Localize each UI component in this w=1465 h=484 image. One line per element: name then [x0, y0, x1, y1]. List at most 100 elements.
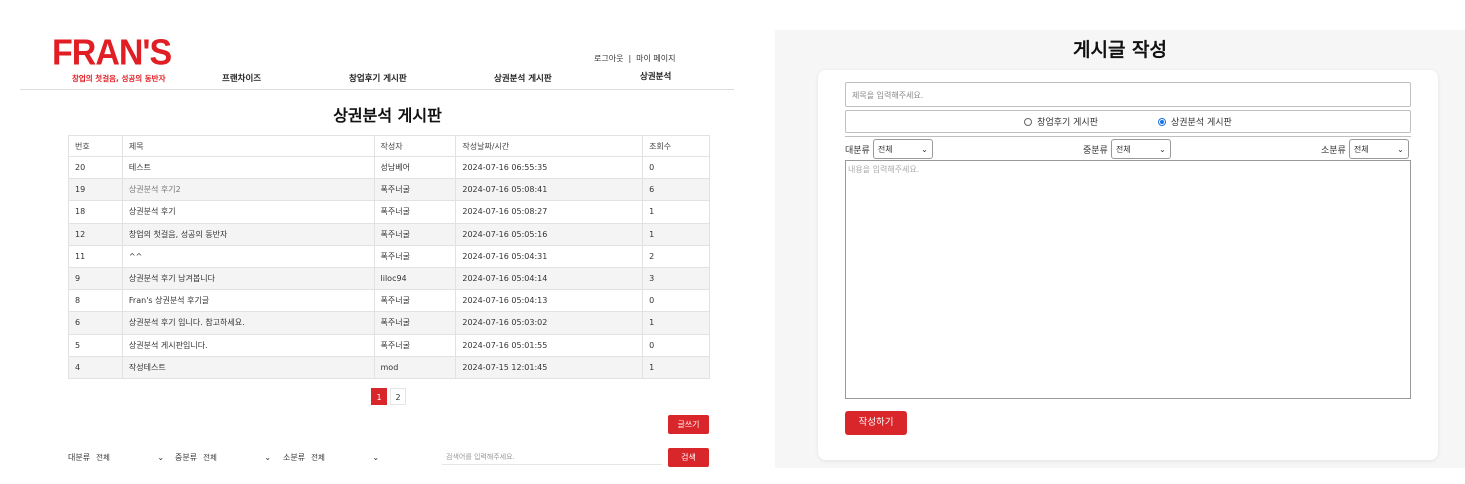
chevron-down-icon: ⌄	[157, 453, 165, 462]
cell-number: 6	[68, 311, 123, 335]
filter-middle: 중분류 전체 ⌄	[175, 452, 271, 463]
radio-area-analysis-label: 상권분석 게시판	[1171, 118, 1232, 128]
cell-title[interactable]: 상권분석 게시판입니다.	[121, 333, 375, 357]
table-row[interactable]: 12 창업의 첫걸음, 성공의 동반자 폭주너굴 2024-07-16 05:05:1…	[68, 222, 710, 246]
nav-startup-review-board[interactable]: 창업후기 게시판	[349, 72, 407, 84]
cell-title[interactable]: 창업의 첫걸음, 성공의 동반자	[121, 222, 375, 246]
category-minor-label: 소분류	[1321, 145, 1346, 156]
radio-area-analysis[interactable]: 상권분석 게시판	[1158, 115, 1232, 128]
table-row[interactable]: 9 상권분석 후기 남겨봅니다 liloc94 2024-07-16 05:04:14…	[68, 266, 710, 291]
col-header-views: 조회수	[642, 135, 710, 157]
page-2-button[interactable]: 2	[390, 388, 406, 405]
cell-date: 2024-07-16 06:55:35	[455, 155, 644, 180]
category-row: 대분류 전체 ⌄ 중분류 전체 ⌄ 소분류 전체 ⌄	[845, 136, 1411, 159]
cell-date: 2024-07-16 05:04:31	[455, 244, 644, 268]
filter-minor: 소분류 전체 ⌄	[283, 452, 379, 463]
cell-author: 폭주너굴	[373, 222, 457, 246]
write-form-card: 제목을 입력해주세요. 창업후기 게시판 상권분석 게시판 대분류 전체 ⌄ 중…	[818, 70, 1438, 460]
pagination: 1 2	[371, 388, 406, 405]
table-row[interactable]: 20 테스트 성남베어 2024-07-16 06:55:35 0	[68, 155, 710, 180]
radio-startup-review[interactable]: 창업후기 게시판	[1024, 115, 1098, 128]
logo-slogan: 창업의 첫걸음, 성공의 동반자	[72, 74, 166, 83]
cell-views: 1	[642, 222, 710, 246]
cell-number: 8	[68, 289, 123, 313]
filter-middle-value: 전체	[203, 453, 217, 462]
table-row[interactable]: 4 작성테스트 mod 2024-07-15 12:01:45 1	[68, 355, 710, 379]
table-row[interactable]: 19 상권분석 후기2 폭주너굴 2024-07-16 05:08:41 6	[68, 178, 710, 202]
board-list-page: FRAN'S 창업의 첫걸음, 성공의 동반자 로그아웃 | 마이 페이지 프랜차이…	[0, 0, 775, 484]
category-middle-label: 중분류	[1083, 145, 1108, 156]
cell-date: 2024-07-16 05:04:13	[455, 289, 644, 313]
write-button[interactable]: 글쓰기	[668, 415, 709, 434]
cell-author: 폭주너굴	[373, 333, 457, 357]
filter-minor-label: 소분류	[283, 453, 306, 462]
cell-views: 1	[642, 355, 710, 379]
frans-logo[interactable]: FRAN'S 창업의 첫걸음, 성공의 동반자	[52, 35, 172, 84]
filter-major-label: 대분류	[68, 453, 91, 462]
mypage-link[interactable]: 마이 페이지	[636, 54, 675, 63]
col-header-author: 작성자	[373, 135, 457, 157]
table-row[interactable]: 6 상권분석 후기 입니다. 참고하세요. 폭주너굴 2024-07-16 05:03…	[68, 311, 710, 335]
cell-title[interactable]: 상권분석 후기	[121, 200, 375, 224]
cell-views: 0	[642, 155, 710, 180]
nav-area-analysis[interactable]: 상권분석	[640, 70, 671, 82]
write-post-page: 게시글 작성 제목을 입력해주세요. 창업후기 게시판 상권분석 게시판 대분류…	[775, 30, 1465, 468]
cell-title[interactable]: 테스트	[121, 155, 375, 180]
nav-area-analysis-board[interactable]: 상권분석 게시판	[494, 72, 552, 84]
category-middle-select[interactable]: 전체 ⌄	[1110, 139, 1171, 159]
cell-title[interactable]: 상권분석 후기 입니다. 참고하세요.	[121, 311, 375, 335]
logout-link[interactable]: 로그아웃	[594, 54, 623, 63]
col-header-date: 작성날짜/시간	[455, 135, 644, 157]
cell-author: 성남베어	[373, 155, 457, 180]
table-row[interactable]: 5 상권분석 게시판입니다. 폭주너굴 2024-07-16 05:01:55 0	[68, 333, 710, 357]
board-table: 번호 제목 작성자 작성날짜/시간 조회수 20 테스트 성남베어 2024-07-1…	[68, 135, 710, 379]
filter-middle-select[interactable]: 전체 ⌄	[203, 452, 271, 463]
filter-major-select[interactable]: 전체 ⌄	[96, 452, 164, 463]
table-row[interactable]: 11 ^^ 폭주너굴 2024-07-16 05:04:31 2	[68, 244, 710, 268]
chevron-down-icon: ⌄	[264, 453, 272, 462]
cell-number: 19	[68, 178, 123, 202]
category-major-select[interactable]: 전체 ⌄	[872, 139, 933, 159]
search-button[interactable]: 검색	[668, 448, 709, 467]
cell-date: 2024-07-15 12:01:45	[455, 355, 644, 379]
cell-date: 2024-07-16 05:05:16	[455, 222, 644, 246]
filter-minor-value: 전체	[311, 453, 325, 462]
cell-author: mod	[373, 355, 457, 379]
cell-title[interactable]: Fran's 상권분석 후기글	[121, 289, 375, 313]
cell-views: 1	[642, 311, 710, 335]
nav-divider	[20, 89, 734, 90]
filter-minor-select[interactable]: 전체 ⌄	[311, 452, 379, 463]
link-separator: |	[628, 54, 632, 63]
submit-post-button[interactable]: 작성하기	[845, 411, 907, 435]
category-minor-select[interactable]: 전체 ⌄	[1348, 139, 1409, 159]
cell-title[interactable]: ^^	[121, 244, 375, 268]
chevron-down-icon: ⌄	[921, 144, 928, 154]
category-major-value: 전체	[877, 144, 893, 154]
page-1-button[interactable]: 1	[371, 388, 387, 405]
chevron-down-icon: ⌄	[1397, 144, 1404, 154]
cell-date: 2024-07-16 05:03:02	[455, 311, 644, 335]
board-type-radio-group: 창업후기 게시판 상권분석 게시판	[845, 110, 1411, 133]
search-input[interactable]: 검색어를 입력해주세요.	[442, 450, 662, 465]
table-header-row: 번호 제목 작성자 작성날짜/시간 조회수	[68, 135, 710, 157]
title-input[interactable]: 제목을 입력해주세요.	[845, 82, 1411, 107]
cell-number: 5	[68, 333, 123, 357]
cell-views: 1	[642, 200, 710, 224]
nav-franchise[interactable]: 프랜차이즈	[222, 72, 261, 84]
category-major: 대분류 전체 ⌄	[845, 139, 933, 159]
cell-title[interactable]: 상권분석 후기 남겨봅니다	[121, 266, 375, 291]
cell-title[interactable]: 상권분석 후기2	[121, 178, 375, 202]
content-textarea[interactable]: 내용을 입력해주세요.	[845, 160, 1411, 399]
cell-views: 0	[642, 289, 710, 313]
cell-title[interactable]: 작성테스트	[121, 355, 375, 379]
user-links: 로그아웃 | 마이 페이지	[594, 53, 676, 64]
cell-number: 20	[68, 155, 123, 180]
cell-author: liloc94	[373, 266, 457, 291]
cell-date: 2024-07-16 05:01:55	[455, 333, 644, 357]
form-title: 게시글 작성	[1072, 39, 1167, 61]
cell-date: 2024-07-16 05:08:41	[455, 178, 644, 202]
cell-views: 6	[642, 178, 710, 202]
table-row[interactable]: 8 Fran's 상권분석 후기글 폭주너굴 2024-07-16 05:04:13 0	[68, 289, 710, 313]
table-row[interactable]: 18 상권분석 후기 폭주너굴 2024-07-16 05:08:27 1	[68, 200, 710, 224]
cell-views: 3	[642, 266, 710, 291]
